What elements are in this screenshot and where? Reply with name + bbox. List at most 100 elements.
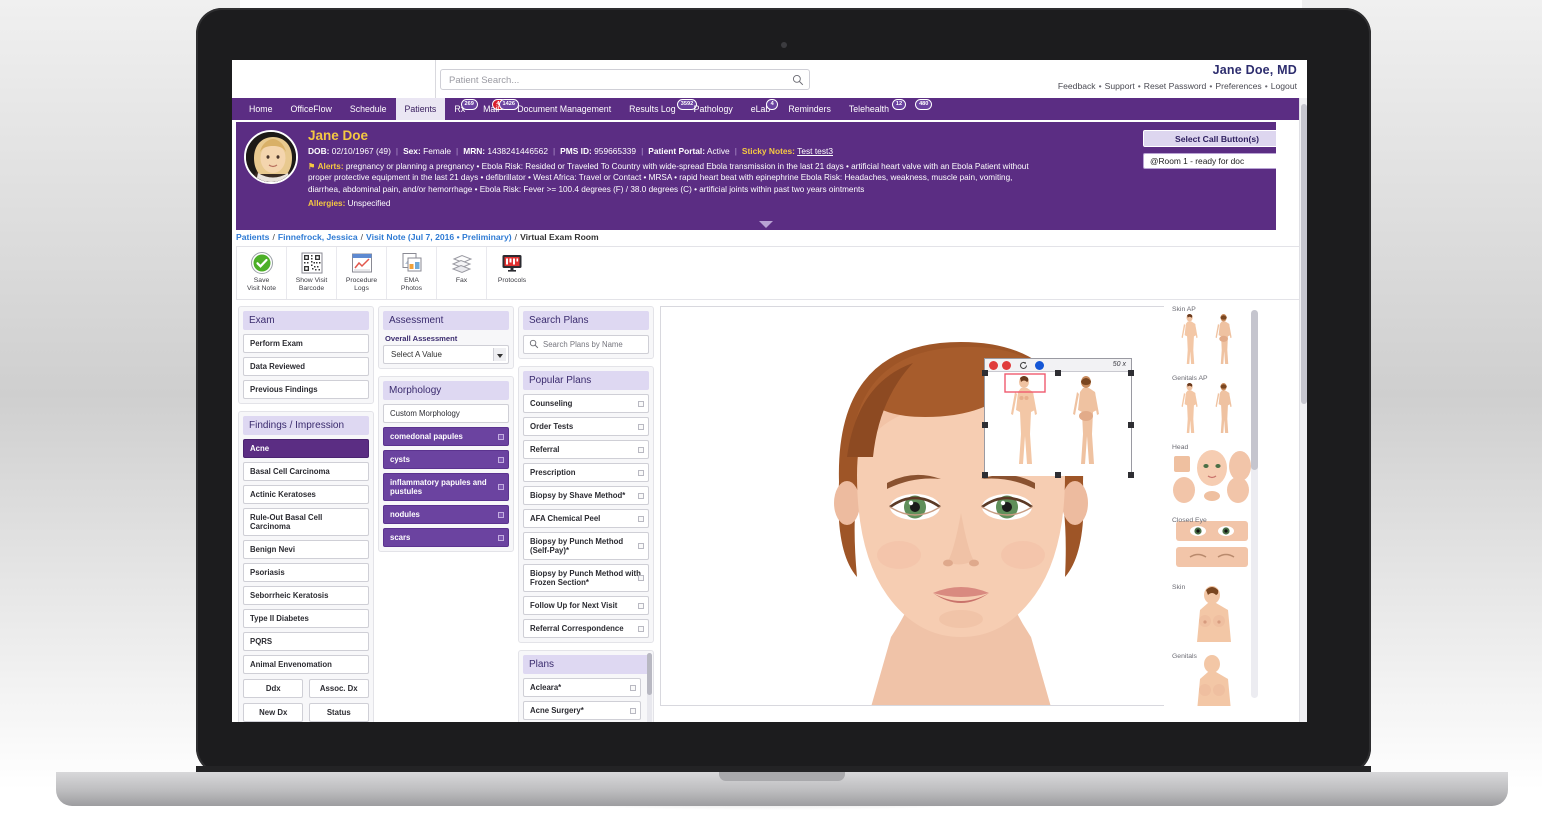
rail-item[interactable]: Closed Eye bbox=[1170, 517, 1254, 578]
nav-item-mail[interactable]: Mail 1426 bbox=[474, 98, 519, 120]
popular-plan-item[interactable]: Order Tests bbox=[523, 417, 649, 436]
rail-item[interactable]: Skin AP bbox=[1170, 306, 1254, 369]
rail-item[interactable]: Genitals AP bbox=[1170, 375, 1254, 438]
finding-item[interactable]: Basal Cell Carcinoma bbox=[243, 462, 369, 481]
popular-plan-item[interactable]: Counseling bbox=[523, 394, 649, 413]
resize-handle-bm[interactable] bbox=[1055, 472, 1062, 478]
checkbox-icon[interactable] bbox=[638, 423, 644, 430]
finding-item[interactable]: Psoriasis bbox=[243, 563, 369, 582]
finding-item[interactable]: Animal Envenomation bbox=[243, 655, 369, 674]
checkbox-icon[interactable] bbox=[630, 707, 636, 714]
resize-handle-tm[interactable] bbox=[1055, 370, 1062, 376]
exam-item[interactable]: Perform Exam bbox=[243, 334, 369, 353]
morphology-item[interactable]: comedonal papules bbox=[383, 427, 509, 446]
checkbox-icon[interactable] bbox=[498, 433, 504, 440]
exam-item[interactable]: Previous Findings bbox=[243, 380, 369, 399]
popular-plan-item[interactable]: Referral bbox=[523, 440, 649, 459]
status-button[interactable]: Status bbox=[308, 703, 369, 722]
procedure-logs-button[interactable]: Procedure Logs bbox=[337, 247, 387, 299]
link-reset-password[interactable]: Reset Password bbox=[1144, 81, 1207, 91]
morphology-item[interactable]: inflammatory papules and pustules bbox=[383, 473, 509, 501]
checkbox-icon[interactable] bbox=[638, 602, 644, 609]
nav-item-officeflow[interactable]: OfficeFlow bbox=[281, 98, 340, 120]
nav-item-telehealth[interactable]: Telehealth 12 480 bbox=[840, 98, 933, 120]
body-map-figures[interactable] bbox=[982, 370, 1134, 478]
sticky-notes-value[interactable]: Test test3 bbox=[797, 146, 833, 156]
rail-item[interactable]: Skin bbox=[1170, 584, 1254, 647]
morphology-item[interactable]: cysts bbox=[383, 450, 509, 469]
new-dx-button[interactable]: New Dx bbox=[243, 703, 304, 722]
plan-item[interactable]: Acleara* bbox=[523, 678, 641, 697]
breadcrumb-patients[interactable]: Patients bbox=[236, 232, 269, 242]
nav-item-pathology[interactable]: Pathology bbox=[685, 98, 742, 120]
checkbox-icon[interactable] bbox=[638, 446, 644, 453]
checkbox-icon[interactable] bbox=[638, 469, 644, 476]
checkbox-icon[interactable] bbox=[638, 543, 644, 549]
finding-item[interactable]: PQRS bbox=[243, 632, 369, 651]
checkbox-icon[interactable] bbox=[638, 515, 644, 522]
add-marker-icon[interactable] bbox=[989, 361, 998, 370]
checkbox-icon[interactable] bbox=[638, 625, 644, 632]
checkbox-icon[interactable] bbox=[630, 684, 636, 691]
body-map-widget[interactable]: 50 x bbox=[982, 358, 1134, 478]
morphology-item[interactable]: scars bbox=[383, 528, 509, 547]
link-feedback[interactable]: Feedback bbox=[1058, 81, 1096, 91]
nav-item-home[interactable]: Home bbox=[240, 98, 281, 120]
resize-handle-ml[interactable] bbox=[982, 421, 988, 428]
popular-plan-item[interactable]: Prescription bbox=[523, 463, 649, 482]
resize-handle-mr[interactable] bbox=[1128, 421, 1134, 428]
rail-item[interactable]: Genitals bbox=[1170, 653, 1254, 706]
rail-scrollbar[interactable] bbox=[1251, 310, 1258, 698]
link-preferences[interactable]: Preferences bbox=[1215, 81, 1261, 91]
checkbox-icon[interactable] bbox=[638, 400, 644, 407]
color-dot-icon[interactable] bbox=[1035, 361, 1044, 370]
nav-item-document-management[interactable]: Document Management bbox=[508, 98, 620, 120]
link-support[interactable]: Support bbox=[1105, 81, 1135, 91]
search-plans-input[interactable]: Search Plans by Name bbox=[523, 335, 649, 354]
patient-search-field[interactable] bbox=[440, 69, 810, 90]
ddx-button[interactable]: Ddx bbox=[243, 679, 304, 698]
popular-plan-item[interactable]: Follow Up for Next Visit bbox=[523, 596, 649, 615]
nav-item-patients[interactable]: Patients bbox=[395, 98, 446, 120]
popular-plan-item[interactable]: AFA Chemical Peel bbox=[523, 509, 649, 528]
resize-handle-br[interactable] bbox=[1128, 472, 1134, 478]
finding-item[interactable]: Acne bbox=[243, 439, 369, 458]
rotate-icon[interactable] bbox=[1019, 361, 1028, 370]
link-logout[interactable]: Logout bbox=[1271, 81, 1297, 91]
morphology-item[interactable]: nodules bbox=[383, 505, 509, 524]
checkbox-icon[interactable] bbox=[498, 456, 504, 463]
overall-assessment-select[interactable]: Select A Value bbox=[383, 345, 509, 364]
exam-item[interactable]: Data Reviewed bbox=[243, 357, 369, 376]
banner-collapse-caret-icon[interactable] bbox=[759, 221, 773, 228]
nav-item-rx[interactable]: Rx26943 bbox=[445, 98, 507, 120]
finding-item[interactable]: Type II Diabetes bbox=[243, 609, 369, 628]
popular-plan-item[interactable]: Referral Correspondence bbox=[523, 619, 649, 638]
ema-photos-button[interactable]: EMA Photos bbox=[387, 247, 437, 299]
breadcrumb-visit-note[interactable]: Visit Note (Jul 7, 2016 • Preliminary) bbox=[366, 232, 512, 242]
rail-item[interactable]: Head bbox=[1170, 444, 1254, 511]
plans-scrollbar[interactable] bbox=[647, 653, 652, 722]
checkbox-icon[interactable] bbox=[498, 484, 504, 490]
save-visit-note-button[interactable]: Save Visit Note bbox=[237, 247, 287, 299]
finding-item[interactable]: Seborrheic Keratosis bbox=[243, 586, 369, 605]
resize-handle-tl[interactable] bbox=[982, 370, 988, 376]
nav-item-schedule[interactable]: Schedule bbox=[341, 98, 396, 120]
resize-handle-tr[interactable] bbox=[1128, 370, 1134, 376]
fax-button[interactable]: Fax bbox=[437, 247, 487, 299]
checkbox-icon[interactable] bbox=[638, 492, 644, 499]
breadcrumb-patient[interactable]: Finnefrock, Jessica bbox=[278, 232, 358, 242]
search-input[interactable] bbox=[441, 71, 809, 90]
assoc-dx-button[interactable]: Assoc. Dx bbox=[308, 679, 369, 698]
checkbox-icon[interactable] bbox=[638, 575, 644, 581]
nav-item-reminders[interactable]: Reminders bbox=[779, 98, 840, 120]
popular-plan-item[interactable]: Biopsy by Punch Method with Frozen Secti… bbox=[523, 564, 649, 592]
nav-item-elab[interactable]: eLab 4 bbox=[742, 98, 780, 120]
popular-plan-item[interactable]: Biopsy by Punch Method (Self-Pay)* bbox=[523, 532, 649, 560]
show-visit-barcode-button[interactable]: Show Visit Barcode bbox=[287, 247, 337, 299]
plan-item[interactable]: Acne Surgery* bbox=[523, 701, 641, 720]
remove-marker-icon[interactable] bbox=[1002, 361, 1011, 370]
finding-item[interactable]: Rule-Out Basal Cell Carcinoma bbox=[243, 508, 369, 536]
custom-morphology-input[interactable]: Custom Morphology bbox=[383, 404, 509, 423]
resize-handle-bl[interactable] bbox=[982, 472, 988, 478]
nav-item-results-log[interactable]: Results Log 3592 bbox=[620, 98, 698, 120]
